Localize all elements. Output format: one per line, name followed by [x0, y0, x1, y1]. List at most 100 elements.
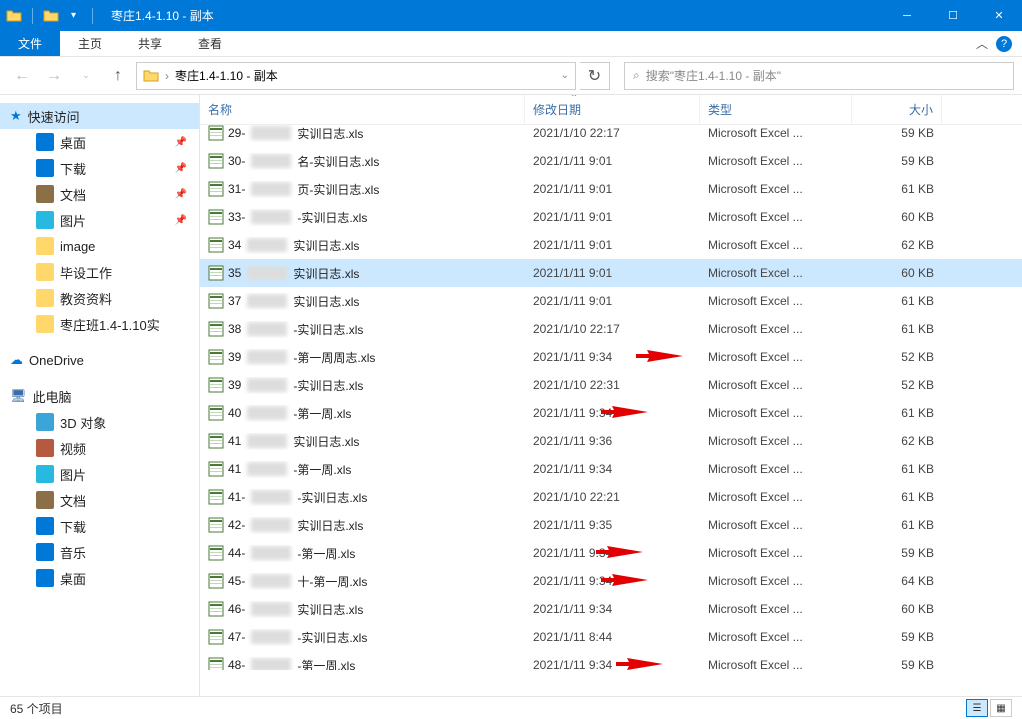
- help-icon[interactable]: ?: [996, 36, 1012, 52]
- address-bar[interactable]: › 枣庄1.4-1.10 - 副本 ⌄: [136, 62, 576, 90]
- search-input[interactable]: ⌕ 搜索"枣庄1.4-1.10 - 副本": [624, 62, 1014, 90]
- file-name: 41: [228, 434, 241, 448]
- file-row[interactable]: 41实训日志.xls 2021/1/11 9:36 Microsoft Exce…: [200, 427, 1022, 455]
- file-row[interactable]: 39-第一周周志.xls 2021/1/11 9:34 Microsoft Ex…: [200, 343, 1022, 371]
- xls-icon: [208, 153, 224, 169]
- xls-icon: [208, 237, 224, 253]
- path-dropdown-icon[interactable]: ⌄: [561, 70, 569, 81]
- blurred-text: [247, 238, 287, 252]
- file-tab[interactable]: 文件: [0, 31, 60, 56]
- minimize-button[interactable]: ─: [884, 0, 930, 31]
- folder-icon: [143, 68, 159, 84]
- sidebar-item[interactable]: 视频: [0, 435, 199, 461]
- pin-icon: 📌: [175, 137, 187, 148]
- column-type[interactable]: 类型: [700, 95, 852, 124]
- folder-icon: [36, 569, 54, 587]
- blurred-text: [247, 294, 287, 308]
- file-row[interactable]: 41-第一周.xls 2021/1/11 9:34 Microsoft Exce…: [200, 455, 1022, 483]
- sidebar-item[interactable]: 下载📌: [0, 155, 199, 181]
- file-row[interactable]: 38-实训日志.xls 2021/1/10 22:17 Microsoft Ex…: [200, 315, 1022, 343]
- file-date: 2021/1/11 9:34: [525, 462, 700, 476]
- sidebar-item[interactable]: image: [0, 233, 199, 259]
- file-row[interactable]: 46-实训日志.xls 2021/1/11 9:34 Microsoft Exc…: [200, 595, 1022, 623]
- sidebar-item[interactable]: 毕设工作: [0, 259, 199, 285]
- sidebar-item-label: 音乐: [60, 543, 86, 562]
- file-date: 2021/1/11 9:35: [525, 518, 700, 532]
- blurred-text: [251, 154, 291, 168]
- navigation-pane: ★ 快速访问 桌面📌下载📌文档📌图片📌image毕设工作教资资料枣庄班1.4-1…: [0, 95, 200, 696]
- path-segment[interactable]: 枣庄1.4-1.10 - 副本: [175, 67, 278, 84]
- file-row[interactable]: 39-实训日志.xls 2021/1/10 22:31 Microsoft Ex…: [200, 371, 1022, 399]
- file-size: 61 KB: [852, 406, 942, 420]
- refresh-button[interactable]: ↻: [580, 62, 610, 90]
- qa-chevron-icon[interactable]: ▾: [65, 10, 82, 21]
- file-type: Microsoft Excel ...: [700, 378, 852, 392]
- file-date: 2021/1/11 9:34: [525, 658, 700, 670]
- xls-icon: [208, 321, 224, 337]
- file-row[interactable]: 40-第一周.xls 2021/1/11 9:34 Microsoft Exce…: [200, 399, 1022, 427]
- history-chevron-icon[interactable]: ⌄: [72, 62, 100, 90]
- file-type: Microsoft Excel ...: [700, 154, 852, 168]
- up-button[interactable]: ↑: [104, 62, 132, 90]
- xls-icon: [208, 377, 224, 393]
- folder-icon: [36, 543, 54, 561]
- sidebar-item[interactable]: 3D 对象: [0, 409, 199, 435]
- forward-button[interactable]: →: [40, 62, 68, 90]
- this-pc-header[interactable]: 🖥 此电脑: [0, 383, 199, 409]
- xls-icon: [208, 293, 224, 309]
- maximize-button[interactable]: ☐: [930, 0, 976, 31]
- file-date: 2021/1/10 22:17: [525, 126, 700, 140]
- file-row[interactable]: 44--第一周.xls 2021/1/11 9:34 Microsoft Exc…: [200, 539, 1022, 567]
- sidebar-item[interactable]: 图片📌: [0, 207, 199, 233]
- sidebar-item[interactable]: 文档: [0, 487, 199, 513]
- file-name: 34: [228, 238, 241, 252]
- folder-open-icon[interactable]: [43, 8, 59, 24]
- sidebar-item[interactable]: 桌面: [0, 565, 199, 591]
- blurred-text: [247, 462, 287, 476]
- file-row[interactable]: 37实训日志.xls 2021/1/11 9:01 Microsoft Exce…: [200, 287, 1022, 315]
- back-button[interactable]: ←: [8, 62, 36, 90]
- sidebar-item[interactable]: 下载: [0, 513, 199, 539]
- file-row[interactable]: 41--实训日志.xls 2021/1/10 22:21 Microsoft E…: [200, 483, 1022, 511]
- file-type: Microsoft Excel ...: [700, 518, 852, 532]
- close-button[interactable]: ✕: [976, 0, 1022, 31]
- quick-access-header[interactable]: ★ 快速访问: [0, 103, 199, 129]
- column-date[interactable]: 修改日期: [525, 95, 700, 124]
- xls-icon: [208, 489, 224, 505]
- file-type: Microsoft Excel ...: [700, 406, 852, 420]
- window-title: 枣庄1.4-1.10 - 副本: [103, 7, 884, 24]
- sidebar-item[interactable]: 桌面📌: [0, 129, 199, 155]
- tab-share[interactable]: 共享: [120, 31, 180, 56]
- thumbnails-view-button[interactable]: ▦: [990, 699, 1012, 717]
- sidebar-item[interactable]: 教资资料: [0, 285, 199, 311]
- xls-icon: [208, 629, 224, 645]
- file-size: 61 KB: [852, 294, 942, 308]
- details-view-button[interactable]: ☰: [966, 699, 988, 717]
- file-row[interactable]: 34实训日志.xls 2021/1/11 9:01 Microsoft Exce…: [200, 231, 1022, 259]
- file-row[interactable]: 30-名-实训日志.xls 2021/1/11 9:01 Microsoft E…: [200, 147, 1022, 175]
- file-row[interactable]: 48--第一周.xls 2021/1/11 9:34 Microsoft Exc…: [200, 651, 1022, 670]
- tab-home[interactable]: 主页: [60, 31, 120, 56]
- sidebar-item[interactable]: 音乐: [0, 539, 199, 565]
- titlebar: ▾ 枣庄1.4-1.10 - 副本 ─ ☐ ✕: [0, 0, 1022, 31]
- file-size: 61 KB: [852, 462, 942, 476]
- ribbon-collapse-icon[interactable]: ︿: [976, 35, 988, 52]
- file-row[interactable]: 35实训日志.xls 2021/1/11 9:01 Microsoft Exce…: [200, 259, 1022, 287]
- onedrive-header[interactable]: ☁ OneDrive: [0, 347, 199, 373]
- file-row[interactable]: 47--实训日志.xls 2021/1/11 8:44 Microsoft Ex…: [200, 623, 1022, 651]
- file-row[interactable]: 42-实训日志.xls 2021/1/11 9:35 Microsoft Exc…: [200, 511, 1022, 539]
- blurred-text: [251, 126, 291, 140]
- file-size: 64 KB: [852, 574, 942, 588]
- tab-view[interactable]: 查看: [180, 31, 240, 56]
- file-row[interactable]: 31-页-实训日志.xls 2021/1/11 9:01 Microsoft E…: [200, 175, 1022, 203]
- file-row[interactable]: 29-实训日志.xls 2021/1/10 22:17 Microsoft Ex…: [200, 125, 1022, 147]
- xls-icon: [208, 573, 224, 589]
- file-row[interactable]: 45-十-第一周.xls 2021/1/11 9:34 Microsoft Ex…: [200, 567, 1022, 595]
- file-date: 2021/1/11 9:34: [525, 602, 700, 616]
- column-size[interactable]: 大小: [852, 95, 942, 124]
- file-row[interactable]: 33--实训日志.xls 2021/1/11 9:01 Microsoft Ex…: [200, 203, 1022, 231]
- sidebar-item[interactable]: 枣庄班1.4-1.10实: [0, 311, 199, 337]
- sidebar-item[interactable]: 文档📌: [0, 181, 199, 207]
- sidebar-item[interactable]: 图片: [0, 461, 199, 487]
- column-name[interactable]: 名称: [200, 95, 525, 124]
